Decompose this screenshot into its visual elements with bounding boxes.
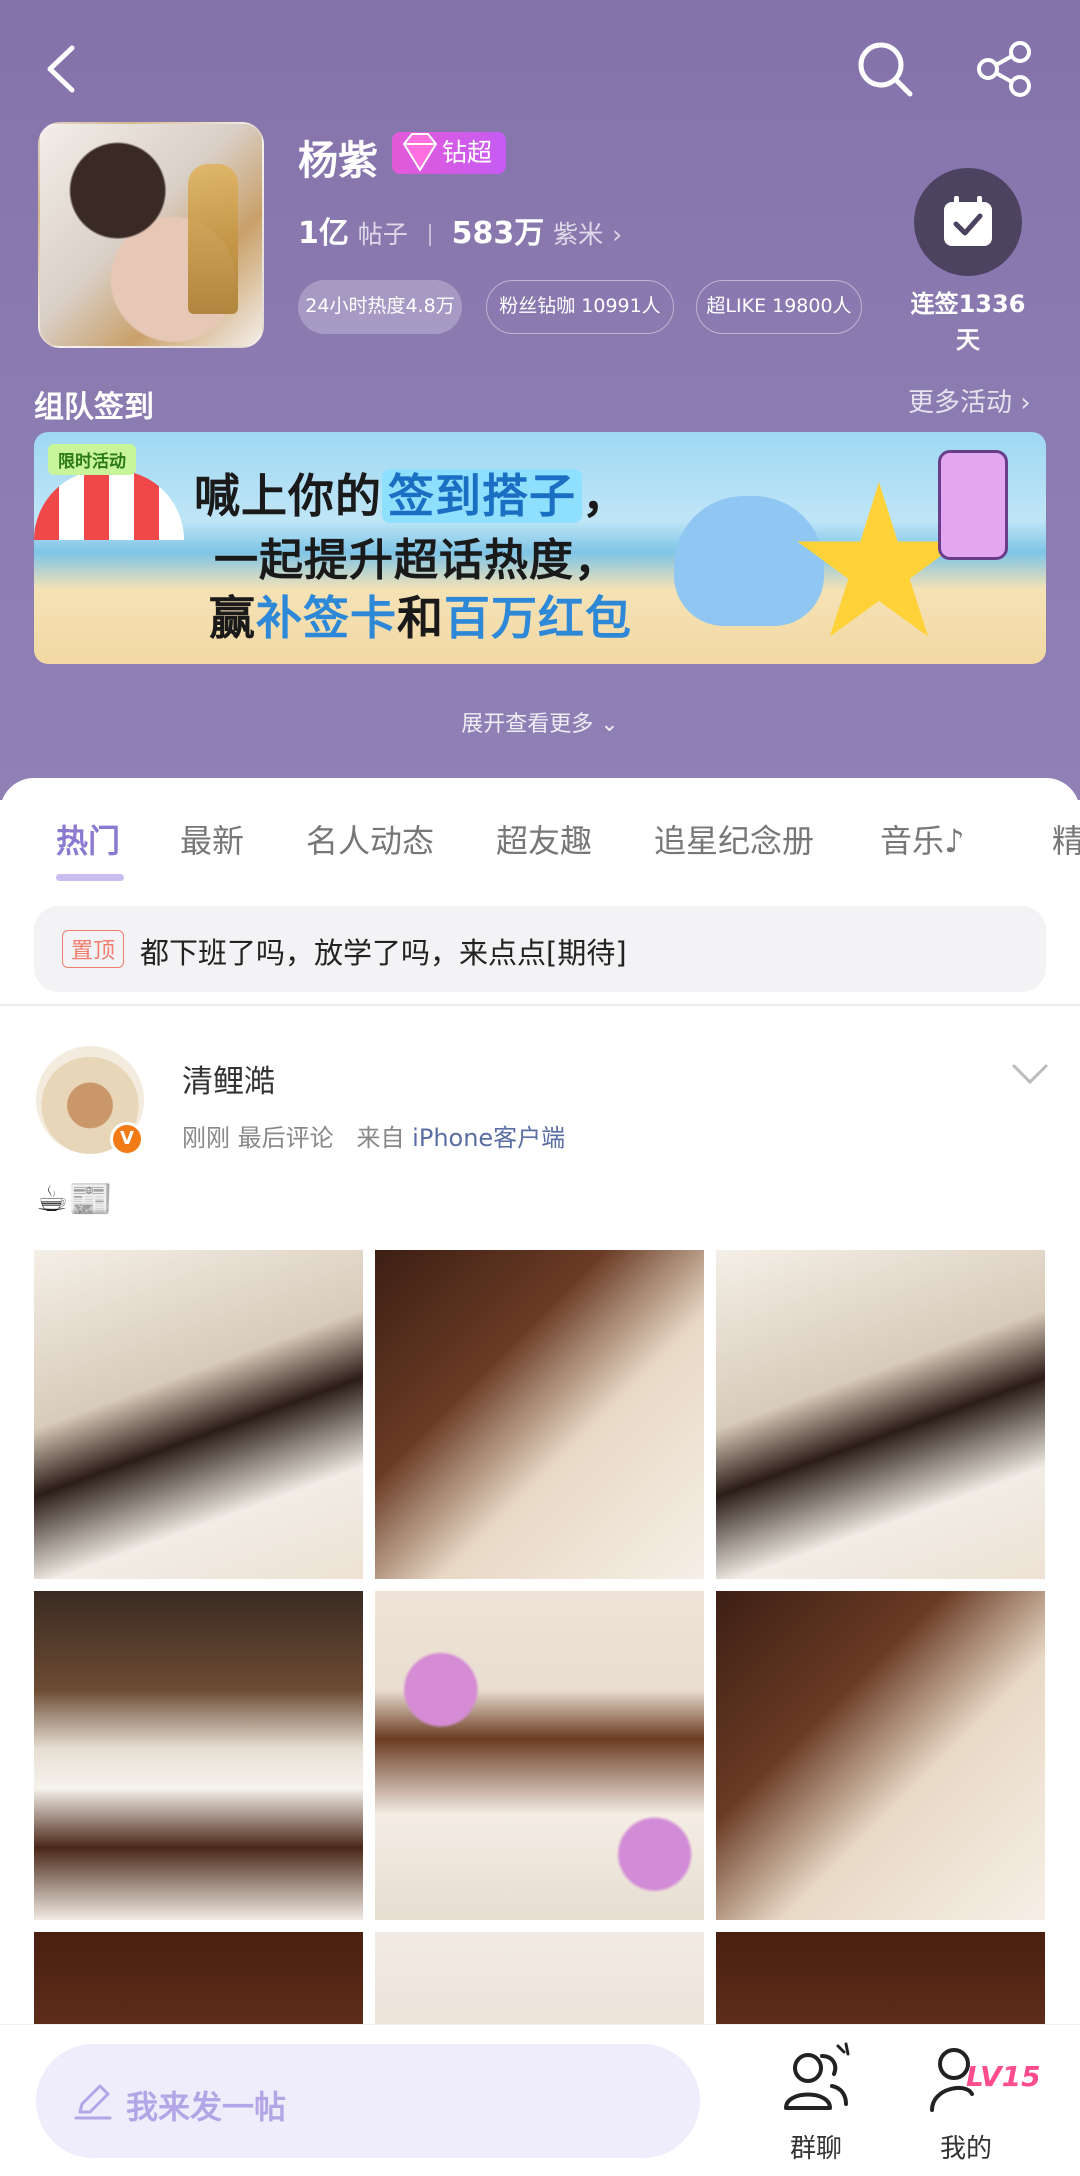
- search-icon: [858, 42, 913, 97]
- mine-button[interactable]: LV15 我的: [906, 2042, 1041, 2165]
- level-badge: LV15: [966, 2060, 1041, 2093]
- banner-line-2: 一起提升超话热度，: [214, 535, 619, 586]
- fans-count[interactable]: 583万: [452, 216, 545, 251]
- share-button[interactable]: [970, 34, 1040, 104]
- elephant-mascot: [674, 496, 824, 626]
- tab-fan-album[interactable]: 追星纪念册: [654, 816, 814, 862]
- pencil-icon: [74, 2084, 112, 2120]
- checkin-streak: 连签1336天: [910, 290, 1026, 354]
- post-device[interactable]: iPhone客户端: [412, 1124, 565, 1152]
- heat-pill[interactable]: 24小时热度4.8万: [298, 280, 462, 334]
- compose-post-button[interactable]: 我来发一帖: [36, 2044, 700, 2158]
- topic-stats: 1亿 帖子 583万 紫米 ›: [298, 208, 622, 252]
- more-activities-label: 更多活动: [908, 388, 1013, 418]
- tab-hot[interactable]: 热门: [56, 816, 120, 862]
- phone-illustration: [938, 450, 1008, 560]
- banner-line3-a: 赢: [209, 591, 256, 645]
- calendar-check-icon: [944, 196, 992, 246]
- tab-celebrity-news[interactable]: 名人动态: [306, 816, 434, 862]
- group-chat-label: 群聊: [789, 2134, 842, 2164]
- banner-line3-highlight-2: 百万红包: [444, 591, 632, 645]
- divider: [0, 1004, 1080, 1006]
- post-time: 刚刚 最后评论: [182, 1124, 334, 1152]
- banner-line1-punct: ，: [582, 469, 629, 523]
- topic-name: 杨紫: [298, 138, 378, 184]
- share-icon: [977, 41, 1031, 97]
- super-topic-badge[interactable]: 钻超: [392, 132, 507, 174]
- diamond-icon: [402, 133, 438, 172]
- tab-bar: 热门 最新 名人动态 超友趣 追星纪念册 音乐♪ 精: [0, 810, 1080, 880]
- banner-line3-b: 和: [397, 591, 444, 645]
- post-image[interactable]: [716, 1591, 1045, 1920]
- post-image[interactable]: [34, 1591, 363, 1920]
- chevron-right-icon[interactable]: ›: [612, 220, 622, 249]
- posts-label: 帖子: [357, 220, 408, 249]
- post-text: ☕📰: [36, 1179, 114, 1220]
- tab-music[interactable]: 音乐♪: [880, 816, 964, 862]
- tab-super-fun[interactable]: 超友趣: [496, 816, 592, 862]
- post-source-prefix: 来自: [356, 1124, 405, 1152]
- post-image[interactable]: [34, 1250, 363, 1579]
- trophy-image: [188, 164, 238, 314]
- chevron-left-icon: [47, 45, 75, 93]
- section-title: 组队签到: [34, 390, 154, 425]
- post-image[interactable]: [375, 1591, 704, 1920]
- topic-avatar[interactable]: [38, 122, 264, 348]
- post-meta: 刚刚 最后评论 来自 iPhone客户端: [182, 1118, 565, 1153]
- checkin-button[interactable]: [914, 168, 1022, 276]
- pinned-post[interactable]: 置顶 都下班了吗，放学了吗，来点点[期待]: [34, 906, 1046, 992]
- compose-placeholder: 我来发一帖: [126, 2088, 287, 2126]
- expand-more-label: 展开查看更多: [461, 712, 594, 737]
- group-chat-icon: [776, 2042, 856, 2118]
- banner-line-3: 赢补签卡和百万红包: [209, 582, 632, 648]
- tab-featured[interactable]: 精: [1052, 816, 1080, 862]
- banner-line1-text: 喊上你的: [194, 469, 382, 523]
- badge-label: 钻超: [442, 138, 493, 167]
- post-image[interactable]: [375, 1250, 704, 1579]
- banner-line1-highlight: 签到搭子: [382, 469, 582, 523]
- posts-count: 1亿: [298, 216, 349, 251]
- group-chat-button[interactable]: 群聊: [756, 2042, 876, 2165]
- chevron-down-icon[interactable]: [1010, 1060, 1050, 1088]
- music-note-icon: ♪: [944, 822, 965, 860]
- super-like-pill[interactable]: 超LIKE 19800人: [696, 280, 862, 334]
- umbrella-illustration: [34, 470, 184, 540]
- post-username[interactable]: 清鲤澔: [182, 1056, 275, 1101]
- chevron-right-icon: ›: [1020, 388, 1031, 418]
- post-image[interactable]: [716, 1250, 1045, 1579]
- banner-line3-highlight-1: 补签卡: [256, 591, 397, 645]
- pinned-text: 都下班了吗，放学了吗，来点点[期待]: [140, 936, 627, 970]
- pinned-tag: 置顶: [62, 930, 125, 968]
- more-activities-link[interactable]: 更多活动 ›: [908, 382, 1031, 419]
- active-tab-indicator: [56, 874, 124, 881]
- tab-music-label: 音乐: [880, 822, 945, 860]
- fans-label[interactable]: 紫米: [553, 220, 603, 249]
- verified-badge: V: [110, 1122, 144, 1156]
- expand-more-button[interactable]: 展开查看更多 ⌄: [0, 706, 1080, 738]
- chevron-down-icon: ⌄: [600, 712, 619, 737]
- tab-latest[interactable]: 最新: [180, 816, 244, 862]
- banner-line-1: 喊上你的 签到搭子，: [194, 460, 629, 526]
- search-button[interactable]: [850, 34, 920, 104]
- profile-icon: LV15: [926, 2042, 1041, 2118]
- stats-separator: [428, 224, 431, 246]
- limited-activity-tag: 限时活动: [48, 444, 136, 475]
- activity-banner[interactable]: 限时活动 喊上你的 签到搭子， 一起提升超话热度， 赢补签卡和百万红包: [34, 432, 1046, 664]
- top-bar: [0, 30, 1080, 110]
- mine-label: 我的: [939, 2134, 992, 2164]
- fans-diamond-pill[interactable]: 粉丝钻咖 10991人: [486, 280, 674, 334]
- back-button[interactable]: [30, 34, 100, 104]
